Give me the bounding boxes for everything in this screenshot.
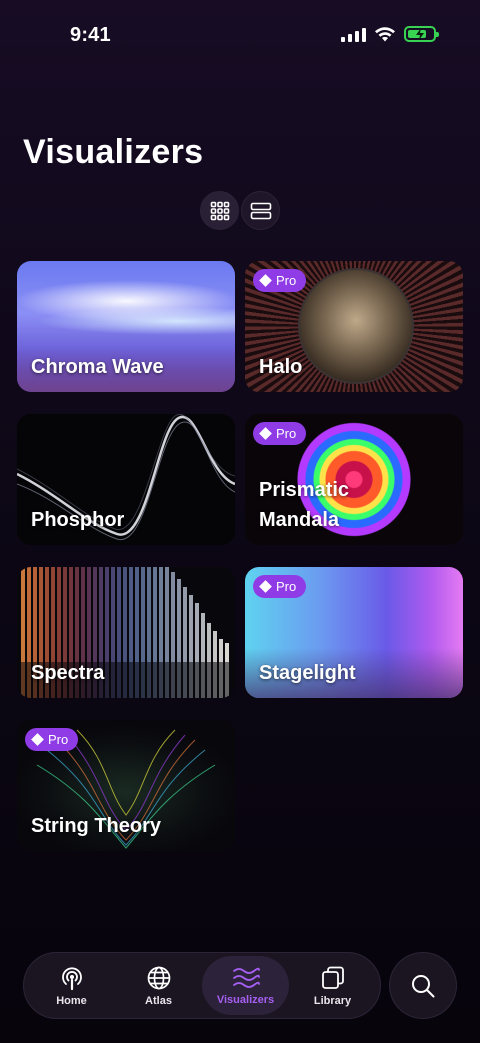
- status-bar: 9:41: [0, 0, 480, 70]
- diamond-icon: [259, 274, 272, 287]
- diamond-icon: [259, 427, 272, 440]
- grid-icon: [210, 201, 229, 220]
- cellular-signal-icon: [341, 26, 366, 42]
- diamond-icon: [31, 733, 44, 746]
- search-icon: [412, 974, 435, 997]
- wifi-icon: [375, 27, 395, 42]
- status-icons: [341, 26, 439, 42]
- card-label: Prismatic Mandala: [259, 479, 350, 531]
- page-title: Visualizers: [23, 133, 204, 171]
- visualizer-grid: Chroma Wave Pro Halo Phosphor Pro Prisma…: [17, 261, 463, 851]
- library-icon: [321, 966, 344, 989]
- card-label: Chroma Wave: [31, 356, 164, 378]
- list-view-button[interactable]: [241, 191, 280, 230]
- pro-badge-label: Pro: [48, 732, 69, 747]
- card-label: Stagelight: [259, 662, 356, 684]
- card-label: String Theory: [31, 815, 162, 837]
- globe-icon: [147, 966, 170, 989]
- pro-badge: Pro: [25, 728, 79, 751]
- search-button[interactable]: [389, 952, 457, 1019]
- visualizer-card-phosphor[interactable]: Phosphor: [17, 414, 235, 545]
- pro-badge: Pro: [253, 422, 307, 445]
- pro-badge: Pro: [253, 269, 307, 292]
- pro-badge-label: Pro: [276, 579, 297, 594]
- tab-visualizers[interactable]: Visualizers: [202, 956, 289, 1015]
- tab-label: Home: [56, 994, 87, 1007]
- grid-view-button[interactable]: [200, 191, 239, 230]
- tab-atlas[interactable]: Atlas: [115, 956, 202, 1015]
- status-time: 9:41: [70, 24, 111, 46]
- tab-bar: Home Atlas Visualizers Library: [23, 952, 381, 1019]
- visualizer-card-prismatic-mandala[interactable]: Pro Prismatic Mandala: [245, 414, 463, 545]
- card-label: Halo: [259, 356, 303, 378]
- rows-icon: [250, 202, 271, 219]
- visualizer-card-halo[interactable]: Pro Halo: [245, 261, 463, 392]
- card-label: Spectra: [31, 662, 105, 684]
- diamond-icon: [259, 580, 272, 593]
- tab-label: Atlas: [145, 994, 172, 1007]
- tab-library[interactable]: Library: [289, 956, 376, 1015]
- tab-label: Visualizers: [216, 993, 275, 1006]
- tab-label: Library: [313, 994, 352, 1007]
- battery-icon: [404, 26, 439, 42]
- pro-badge-label: Pro: [276, 426, 297, 441]
- visualizer-card-chroma-wave[interactable]: Chroma Wave: [17, 261, 235, 392]
- podcast-icon: [61, 966, 82, 990]
- pro-badge: Pro: [253, 575, 307, 598]
- tab-home[interactable]: Home: [28, 956, 115, 1015]
- visualizer-card-spectra[interactable]: Spectra: [17, 567, 235, 698]
- card-label: Phosphor: [31, 509, 125, 531]
- visualizer-card-stagelight[interactable]: Pro Stagelight: [245, 567, 463, 698]
- view-toggle: [200, 191, 280, 230]
- visualizer-card-string-theory[interactable]: Pro String Theory: [17, 720, 235, 851]
- waves-icon: [232, 967, 260, 988]
- pro-badge-label: Pro: [276, 273, 297, 288]
